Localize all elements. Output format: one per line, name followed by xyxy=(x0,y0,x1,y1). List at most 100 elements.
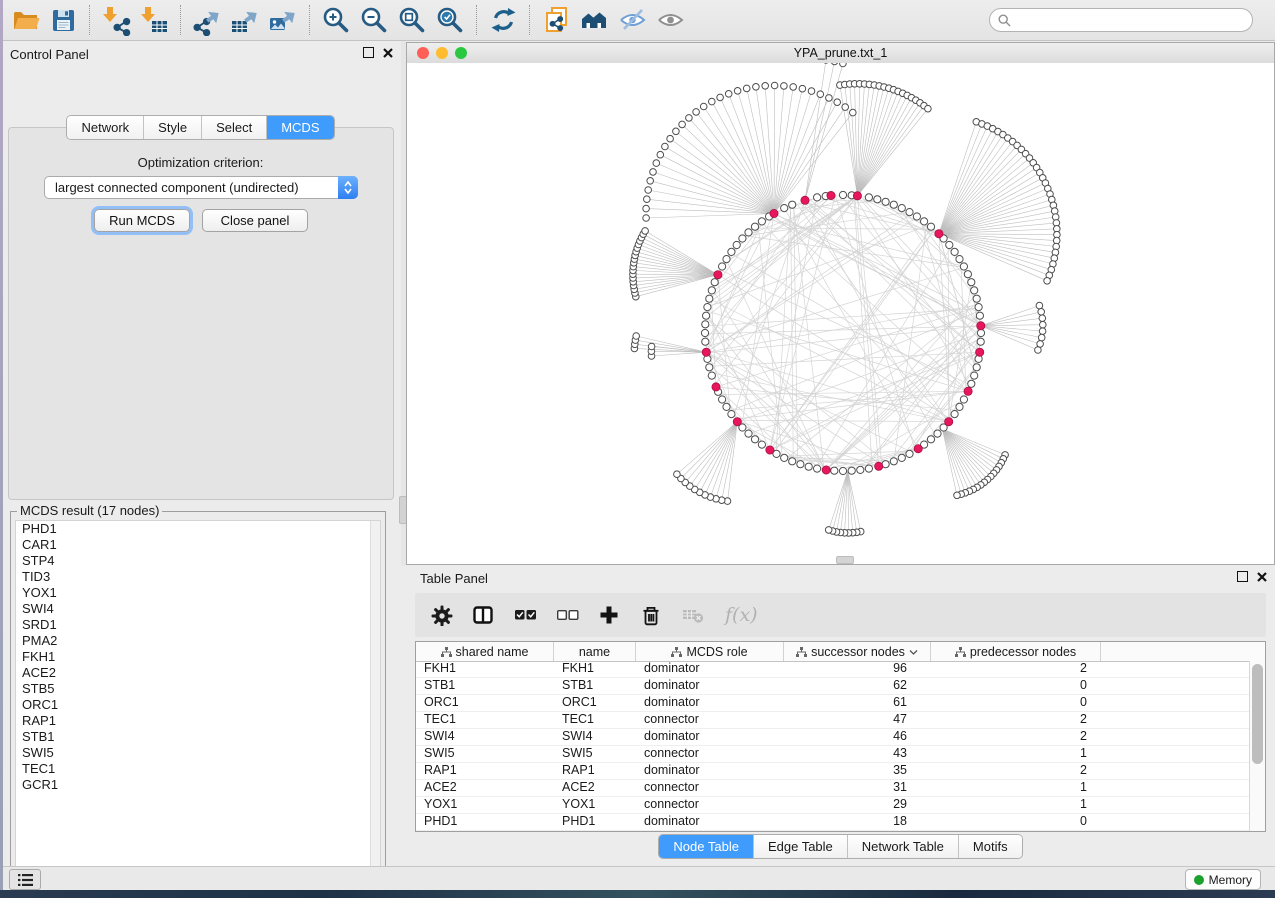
delete-column-icon[interactable] xyxy=(641,605,663,626)
cell-name[interactable]: SWI5 xyxy=(554,746,636,762)
run-mcds-button[interactable]: Run MCDS xyxy=(94,209,190,232)
cell-successor-nodes[interactable]: 62 xyxy=(784,678,931,694)
export-network-icon[interactable] xyxy=(190,3,224,37)
cell-shared-name[interactable]: ACE2 xyxy=(416,780,554,796)
mcds-result-item[interactable]: TEC1 xyxy=(16,761,380,777)
cell-name[interactable]: YOX1 xyxy=(554,797,636,813)
cell-name[interactable]: STB1 xyxy=(554,678,636,694)
cell-mcds-role[interactable]: dominator xyxy=(636,661,784,677)
table-scrollbar-thumb[interactable] xyxy=(1252,664,1263,764)
float-panel-icon[interactable] xyxy=(363,47,374,58)
mcds-result-item[interactable]: TID3 xyxy=(16,569,380,585)
import-network-icon[interactable] xyxy=(99,3,133,37)
network-titlebar[interactable]: YPA_prune.txt_1 xyxy=(407,43,1274,64)
cell-predecessor-nodes[interactable]: 1 xyxy=(931,780,1101,796)
search-input[interactable] xyxy=(1016,12,1252,28)
cell-successor-nodes[interactable]: 18 xyxy=(784,814,931,830)
cell-mcds-role[interactable]: connector xyxy=(636,780,784,796)
cell-predecessor-nodes[interactable]: 1 xyxy=(931,797,1101,813)
table-row-PHD1[interactable]: PHD1PHD1dominator180 xyxy=(416,814,1250,831)
cell-mcds-role[interactable]: connector xyxy=(636,797,784,813)
mcds-result-item[interactable]: FKH1 xyxy=(16,649,380,665)
zoom-selected-icon[interactable] xyxy=(433,3,467,37)
add-column-icon[interactable] xyxy=(599,605,621,626)
close-panel-button[interactable]: Close panel xyxy=(202,209,308,232)
cell-successor-nodes[interactable]: 43 xyxy=(784,746,931,762)
cell-mcds-role[interactable]: connector xyxy=(636,712,784,728)
mcds-result-item[interactable]: YOX1 xyxy=(16,585,380,601)
cell-shared-name[interactable]: FKH1 xyxy=(416,661,554,677)
cell-successor-nodes[interactable]: 46 xyxy=(784,729,931,745)
mcds-result-item[interactable]: PHD1 xyxy=(16,521,380,537)
network-canvas[interactable] xyxy=(407,63,1274,564)
export-image-icon[interactable] xyxy=(266,3,300,37)
export-table-icon[interactable] xyxy=(228,3,262,37)
cell-name[interactable]: PHD1 xyxy=(554,814,636,830)
column-header-shared-name[interactable]: shared name xyxy=(416,642,554,661)
cell-mcds-role[interactable]: dominator xyxy=(636,814,784,830)
cell-name[interactable]: SWI4 xyxy=(554,729,636,745)
control-tab-style[interactable]: Style xyxy=(144,116,202,139)
clone-network-icon[interactable] xyxy=(539,3,573,37)
cell-successor-nodes[interactable]: 35 xyxy=(784,763,931,779)
table-tab-edge-table[interactable]: Edge Table xyxy=(754,835,848,858)
zoom-fit-icon[interactable] xyxy=(395,3,429,37)
column-header-name[interactable]: name xyxy=(554,642,636,661)
table-row-SWI4[interactable]: SWI4SWI4dominator462 xyxy=(416,729,1250,746)
mcds-result-item[interactable]: SRD1 xyxy=(16,617,380,633)
cell-successor-nodes[interactable]: 61 xyxy=(784,695,931,711)
open-session-icon[interactable] xyxy=(8,3,42,37)
cell-predecessor-nodes[interactable]: 2 xyxy=(931,661,1101,677)
cell-shared-name[interactable]: TEC1 xyxy=(416,712,554,728)
column-header-MCDS-role[interactable]: MCDS role xyxy=(636,642,784,661)
table-row-RAP1[interactable]: RAP1RAP1dominator352 xyxy=(416,763,1250,780)
save-session-icon[interactable] xyxy=(46,3,80,37)
cell-predecessor-nodes[interactable]: 2 xyxy=(931,763,1101,779)
column-header-predecessor-nodes[interactable]: predecessor nodes xyxy=(931,642,1101,661)
cell-shared-name[interactable]: SWI5 xyxy=(416,746,554,762)
table-tab-motifs[interactable]: Motifs xyxy=(959,835,1022,858)
task-history-button[interactable] xyxy=(9,869,41,890)
mcds-result-item[interactable]: CAR1 xyxy=(16,537,380,553)
show-columns-icon[interactable] xyxy=(473,605,495,626)
cell-predecessor-nodes[interactable]: 1 xyxy=(931,746,1101,762)
cell-shared-name[interactable]: SWI4 xyxy=(416,729,554,745)
cell-predecessor-nodes[interactable]: 0 xyxy=(931,814,1101,830)
memory-button[interactable]: Memory xyxy=(1185,869,1261,890)
zoom-out-icon[interactable] xyxy=(357,3,391,37)
float-table-panel-icon[interactable] xyxy=(1237,571,1248,582)
table-row-TEC1[interactable]: TEC1TEC1connector472 xyxy=(416,712,1250,729)
cell-shared-name[interactable]: ORC1 xyxy=(416,695,554,711)
first-neighbors-icon[interactable] xyxy=(577,3,611,37)
cell-name[interactable]: TEC1 xyxy=(554,712,636,728)
mcds-result-item[interactable]: STP4 xyxy=(16,553,380,569)
horizontal-splitter-handle[interactable] xyxy=(836,556,854,564)
cell-name[interactable]: ORC1 xyxy=(554,695,636,711)
table-row-SWI5[interactable]: SWI5SWI5connector431 xyxy=(416,746,1250,763)
cell-predecessor-nodes[interactable]: 0 xyxy=(931,695,1101,711)
import-table-icon[interactable] xyxy=(137,3,171,37)
table-row-YOX1[interactable]: YOX1YOX1connector291 xyxy=(416,797,1250,814)
show-all-icon[interactable] xyxy=(653,3,687,37)
table-row-ACE2[interactable]: ACE2ACE2connector311 xyxy=(416,780,1250,797)
cell-successor-nodes[interactable]: 47 xyxy=(784,712,931,728)
network-graph[interactable] xyxy=(407,63,1274,564)
clear-all-checks-icon[interactable] xyxy=(557,605,579,626)
mcds-result-item[interactable]: SWI4 xyxy=(16,601,380,617)
mcds-result-item[interactable]: STB1 xyxy=(16,729,380,745)
search-box[interactable] xyxy=(989,8,1253,32)
control-tab-select[interactable]: Select xyxy=(202,116,267,139)
select-all-checks-icon[interactable] xyxy=(515,605,537,626)
mcds-result-item[interactable]: PMA2 xyxy=(16,633,380,649)
cell-predecessor-nodes[interactable]: 0 xyxy=(931,678,1101,694)
cell-shared-name[interactable]: YOX1 xyxy=(416,797,554,813)
table-tab-node-table[interactable]: Node Table xyxy=(659,835,754,858)
cell-mcds-role[interactable]: dominator xyxy=(636,729,784,745)
cell-name[interactable]: FKH1 xyxy=(554,661,636,677)
cell-successor-nodes[interactable]: 29 xyxy=(784,797,931,813)
cell-mcds-role[interactable]: dominator xyxy=(636,695,784,711)
cell-name[interactable]: RAP1 xyxy=(554,763,636,779)
criterion-dropdown[interactable]: largest connected component (undirected) xyxy=(44,176,358,199)
cell-successor-nodes[interactable]: 31 xyxy=(784,780,931,796)
cell-shared-name[interactable]: RAP1 xyxy=(416,763,554,779)
